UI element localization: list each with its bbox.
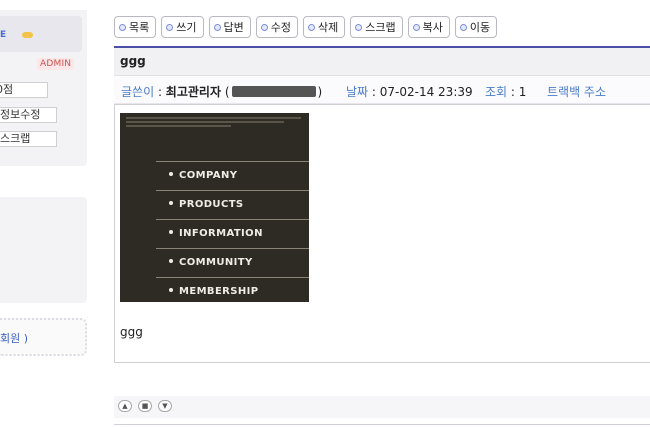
bullet-icon [119, 23, 126, 31]
status-pill-icon [22, 32, 33, 38]
edit-button-label: 수정 [270, 21, 291, 34]
write-button[interactable]: 쓰기 [161, 16, 204, 38]
edit-info-label: 정보수정 [0, 108, 41, 121]
bullet-icon [459, 23, 467, 31]
redacted-ip [231, 86, 316, 97]
up-icon[interactable]: ▲ [118, 400, 132, 412]
image-menu-membership: MEMBERSHIP [169, 286, 259, 297]
edit-button[interactable]: 수정 [255, 16, 298, 38]
image-menu-products: PRODUCTS [169, 199, 244, 210]
author-label: 글쓴이 [121, 85, 155, 99]
copy-button-label: 복사 [422, 21, 443, 34]
post-meta: 글쓴이 : 최고관리자 () 날짜 : 07-02-14 23:39 조회 : … [114, 77, 650, 104]
date-label: 날짜 [346, 85, 369, 99]
list-button[interactable]: 목록 [114, 16, 157, 38]
list-button-label: 목록 [129, 21, 150, 34]
post-body: ggg [120, 325, 143, 339]
image-menu-information: INFORMATION [169, 228, 263, 239]
points-label: 0점 [0, 83, 14, 96]
bullet-icon [166, 23, 174, 31]
member-tag: E [0, 30, 7, 40]
views-field: 조회 : 1 [485, 85, 527, 99]
members-text[interactable]: 회원 ) [0, 330, 28, 346]
move-button[interactable]: 이동 [454, 16, 498, 38]
delete-button-label: 삭제 [318, 21, 339, 34]
author-name[interactable]: 최고관리자 [166, 85, 221, 99]
delete-button[interactable]: 삭제 [303, 16, 346, 38]
reply-button[interactable]: 답변 [208, 16, 251, 38]
down-icon[interactable]: ▼ [158, 400, 172, 412]
author-field: 글쓴이 : 최고관리자 () [121, 85, 323, 99]
move-button-label: 이동 [469, 21, 491, 34]
post-title-bar: ggg [114, 48, 650, 76]
login-status-box: E [0, 16, 82, 52]
views-value: 1 [518, 85, 527, 99]
copy-button[interactable]: 복사 [407, 16, 450, 38]
post-content: COMPANY PRODUCTS INFORMATION COMMUNITY M… [114, 104, 650, 363]
edit-info-button[interactable]: 정보수정 [0, 107, 57, 123]
image-rule [156, 248, 309, 249]
admin-badge[interactable]: ADMIN [37, 58, 75, 70]
sidebar-box [0, 197, 87, 303]
reply-button-label: 답변 [223, 21, 244, 34]
bullet-icon [412, 23, 420, 31]
image-rule [156, 219, 309, 220]
bottom-divider [114, 424, 650, 425]
bottom-nav: ▲ ■ ▼ [114, 396, 650, 418]
post-toolbar: 목록 쓰기 답변 수정 삭제 스크랩 복사 이동 [114, 16, 498, 38]
views-label: 조회 [485, 85, 508, 99]
trackback-link[interactable]: 트랙백 주소 [547, 83, 606, 100]
image-rule [156, 277, 309, 278]
scrap-post-button[interactable]: 스크랩 [350, 16, 403, 38]
bullet-icon [308, 23, 315, 31]
bullet-icon [213, 23, 221, 31]
members-box: 회원 ) [0, 318, 87, 356]
list-icon[interactable]: ■ [138, 400, 152, 412]
scrap-label: 스크랩 [0, 132, 31, 145]
post-title: ggg [120, 54, 146, 68]
image-rule [156, 190, 309, 191]
bullet-icon [355, 23, 363, 31]
image-menu-company: COMPANY [169, 170, 237, 181]
scrap-post-button-label: 스크랩 [365, 21, 396, 34]
write-button-label: 쓰기 [176, 21, 197, 34]
points-cell[interactable]: 0점 [0, 82, 48, 98]
image-rule [156, 161, 309, 162]
image-fine-text [126, 117, 301, 135]
date-value: 07-02-14 23:39 [379, 85, 473, 99]
attached-image: COMPANY PRODUCTS INFORMATION COMMUNITY M… [120, 113, 309, 302]
member-panel: E ADMIN 0점 정보수정 스크랩 [0, 10, 87, 166]
bullet-icon [260, 23, 268, 31]
date-field: 날짜 : 07-02-14 23:39 [346, 85, 473, 99]
scrap-button[interactable]: 스크랩 [0, 131, 57, 147]
image-menu-community: COMMUNITY [169, 257, 253, 268]
